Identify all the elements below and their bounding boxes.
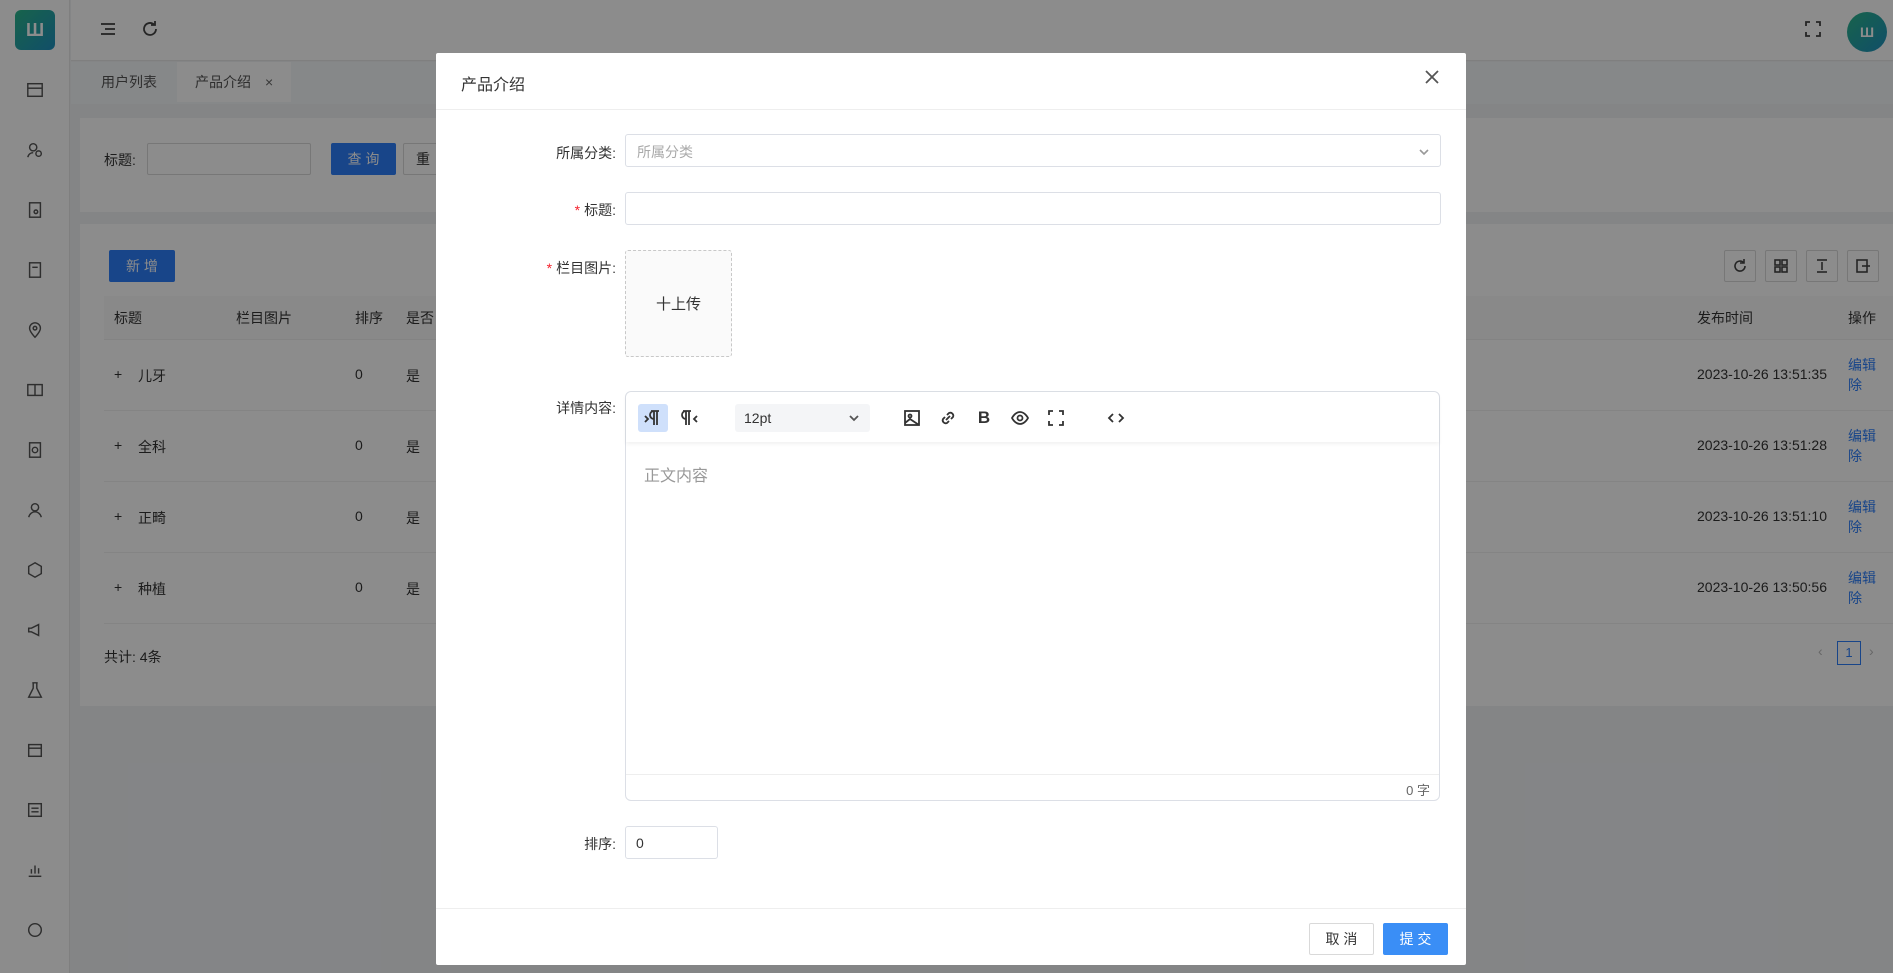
cancel-button[interactable]: 取 消 <box>1309 923 1374 955</box>
sort-label: 排序: <box>584 836 616 852</box>
submit-button[interactable]: 提 交 <box>1383 923 1448 955</box>
link-icon[interactable] <box>933 404 963 432</box>
preview-eye-icon[interactable] <box>1005 404 1035 432</box>
sort-input[interactable]: 0 <box>625 826 718 859</box>
editor-footer: 0 字 <box>626 774 1439 800</box>
code-view-icon[interactable] <box>1101 404 1131 432</box>
fullscreen-icon[interactable] <box>1041 404 1071 432</box>
image-insert-icon[interactable] <box>897 404 927 432</box>
title-input[interactable] <box>625 192 1441 225</box>
word-count: 0 字 <box>1406 783 1430 798</box>
product-intro-dialog: 产品介绍 所属分类: 所属分类 * 标题: * 栏目图片: 十上传 详情内容: 12… <box>436 53 1466 965</box>
close-icon[interactable] <box>1424 69 1448 93</box>
image-upload[interactable]: 十上传 <box>625 250 732 357</box>
modal-footer: 取 消 提 交 <box>436 908 1466 965</box>
modal-header: 产品介绍 <box>436 53 1466 110</box>
chevron-down-icon <box>1419 149 1429 156</box>
category-label: 所属分类: <box>556 145 616 161</box>
content-label: 详情内容: <box>556 400 616 416</box>
editor-placeholder: 正文内容 <box>644 468 709 485</box>
chevron-down-icon <box>849 415 859 422</box>
font-size-select[interactable]: 12pt <box>735 404 870 432</box>
ltr-paragraph-icon[interactable] <box>638 404 668 432</box>
title-label: * 标题: <box>574 202 616 218</box>
bold-icon[interactable]: B <box>969 404 999 432</box>
editor-toolbar: 12pt B <box>626 392 1439 442</box>
modal-title: 产品介绍 <box>461 77 526 94</box>
rich-text-editor[interactable]: 12pt B 正文内容 0 字 <box>625 391 1440 801</box>
rtl-paragraph-icon[interactable] <box>674 404 704 432</box>
category-select[interactable]: 所属分类 <box>625 134 1441 167</box>
image-label: * 栏目图片: <box>546 260 616 276</box>
